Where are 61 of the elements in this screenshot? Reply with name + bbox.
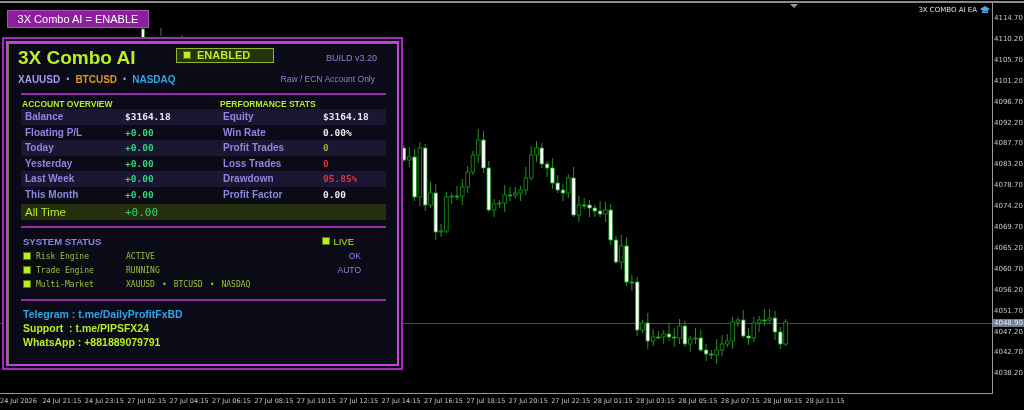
stat-value: +0.00 — [125, 188, 155, 200]
status-note: AUTO — [337, 265, 361, 275]
stat-value: $3164.18 — [323, 111, 370, 123]
status-name: Risk Engine — [36, 251, 90, 261]
market-label: XAUUSD — [126, 279, 155, 289]
stat-label: Today — [25, 142, 55, 154]
symbol-label: XAUUSD — [18, 73, 61, 85]
section-heading: ACCOUNT OVERVIEW — [22, 99, 114, 109]
section-heading: PERFORMANCE STATS — [220, 99, 317, 109]
separator-dot: • — [123, 74, 127, 84]
symbol-label: NASDAQ — [132, 73, 176, 85]
symbol-label: BTCUSD — [75, 73, 118, 85]
stat-label: Equity — [223, 111, 255, 123]
account-note: Raw / ECN Account Only — [280, 74, 375, 84]
status-value: RUNNING — [126, 265, 160, 275]
stat-value: 0.00 — [323, 188, 347, 200]
separator-dot: • — [161, 279, 167, 289]
stat-value: +0.00 — [125, 173, 155, 185]
stat-label: Loss Trades — [223, 157, 283, 169]
status-square-icon — [23, 252, 31, 260]
stat-value: +0.00 — [125, 157, 155, 169]
stat-value: 0 — [323, 142, 330, 154]
panel-title: 3X Combo AI — [18, 47, 137, 69]
section-heading: SYSTEM STATUS — [23, 235, 102, 247]
status-square-icon — [322, 237, 331, 245]
stat-value: 95.85% — [323, 173, 359, 185]
stat-label: Last Week — [25, 173, 76, 185]
enable-toggle-button[interactable]: 3X Combo AI = ENABLE — [7, 10, 149, 28]
graduation-cap-icon — [980, 6, 990, 14]
status-square-icon — [183, 51, 191, 59]
stat-label: Profit Factor — [223, 188, 284, 200]
contact-line: Telegram : t.me/DailyProfitFxBD — [23, 308, 184, 320]
stat-label: Balance — [25, 111, 65, 123]
contact-line: Support : t.me/PIPSFX24 — [23, 322, 151, 334]
stat-label: Yesterday — [25, 157, 74, 169]
separator-dot: • — [66, 74, 70, 84]
status-square-icon — [23, 266, 31, 274]
status-value: ACTIVE — [126, 251, 155, 261]
stat-label: This Month — [25, 188, 80, 200]
live-label: LIVE — [333, 235, 354, 247]
stat-label: Win Rate — [223, 126, 267, 138]
all-time-value: +0.00 — [125, 205, 159, 219]
market-label: BTCUSD — [173, 279, 203, 289]
stat-label: Profit Trades — [223, 142, 286, 154]
enabled-badge: ENABLED — [176, 47, 274, 63]
stat-value: $3164.18 — [125, 111, 172, 123]
status-note: OK — [348, 251, 361, 261]
status-name: Multi-Market — [36, 279, 95, 289]
build-version: BUILD v3.20 — [325, 53, 377, 63]
stat-value: 0 — [323, 157, 330, 169]
all-time-label: All Time — [25, 206, 67, 218]
stat-value: 0.00% — [323, 126, 353, 138]
market-label: NASDAQ — [221, 279, 251, 289]
separator-dot: • — [209, 279, 215, 289]
contact-line: WhatsApp : +881889079791 — [23, 336, 162, 348]
stat-value: +0.00 — [125, 126, 155, 138]
stat-label: Floating P/L — [25, 126, 84, 138]
status-square-icon — [23, 280, 31, 288]
status-name: Trade Engine — [36, 265, 95, 275]
stat-value: +0.00 — [125, 142, 155, 154]
stat-label: Drawdown — [223, 173, 275, 185]
